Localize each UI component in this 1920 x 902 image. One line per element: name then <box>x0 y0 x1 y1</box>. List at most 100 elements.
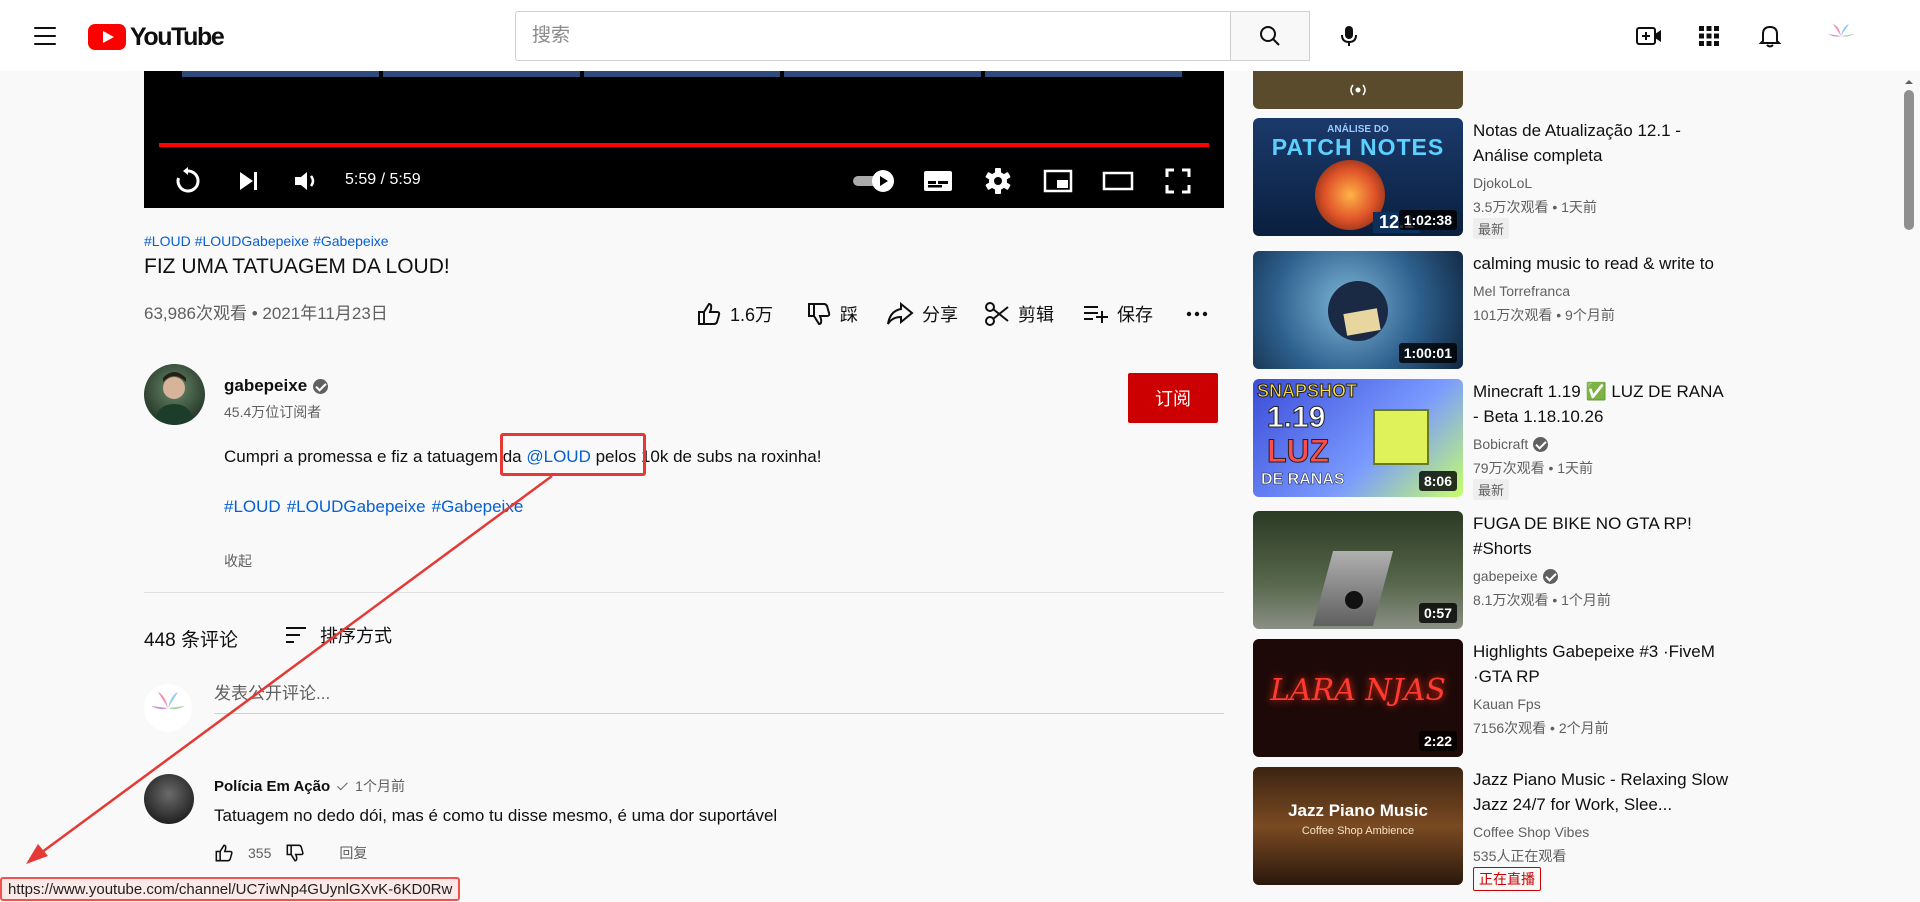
sidebar-video-item[interactable]: SNAPSHOT 1.19 LUZ DE RANAS 8:06 Minecraf… <box>1253 379 1733 500</box>
notifications-button[interactable] <box>1752 18 1788 54</box>
channel-name[interactable]: gabepeixe <box>1473 568 1558 584</box>
like-button[interactable]: 1.6万 <box>696 296 773 332</box>
autoplay-toggle[interactable] <box>849 161 899 201</box>
clip-button[interactable]: 剪辑 <box>984 296 1054 332</box>
video-duration: 2:22 <box>1418 731 1457 751</box>
hashtag-link[interactable]: #Gabepeixe <box>432 497 524 516</box>
account-avatar-icon <box>1828 24 1854 46</box>
youtube-logo[interactable]: YouTube <box>88 23 225 51</box>
more-horizontal-icon <box>1186 311 1208 317</box>
comment-actions: 355 回复 <box>214 843 367 863</box>
video-thumbnail[interactable]: ANÁLISE DO PATCH NOTES 12.1 1:02:38 <box>1253 118 1463 236</box>
channel-name[interactable]: Coffee Shop Vibes <box>1473 824 1589 840</box>
sidebar-video-item[interactable]: ANÁLISE DO PATCH NOTES 12.1 1:02:38 Nota… <box>1253 118 1733 239</box>
create-video-icon <box>1636 27 1661 45</box>
next-button[interactable] <box>228 161 268 201</box>
hashtag-link[interactable]: #LOUDGabepeixe <box>195 233 309 249</box>
subscribe-button[interactable]: 订阅 <box>1128 373 1218 423</box>
hashtag-link[interactable]: #LOUDGabepeixe <box>287 497 426 516</box>
replay-button[interactable] <box>168 161 208 201</box>
create-video-button[interactable] <box>1631 18 1667 54</box>
channel-name[interactable]: DjokoLoL <box>1473 175 1532 191</box>
video-thumbnail[interactable]: LARA NJAS 2:22 <box>1253 639 1463 757</box>
scroll-up-arrow[interactable] <box>1904 74 1914 84</box>
more-actions-button[interactable] <box>1184 296 1210 332</box>
video-player[interactable]: 5:59 / 5:59 <box>144 71 1224 208</box>
video-title[interactable]: calming music to read & write to <box>1473 251 1733 276</box>
sidebar-video-item[interactable]: Jazz Piano Music Coffee Shop Ambience Ja… <box>1253 767 1733 891</box>
comment-dislike-icon[interactable] <box>285 843 305 863</box>
video-title[interactable]: Minecraft 1.19 ✅ LUZ DE RANA - Beta 1.18… <box>1473 379 1733 429</box>
theater-mode-button[interactable] <box>1098 161 1138 201</box>
video-thumbnail[interactable]: 0:57 <box>1253 511 1463 629</box>
player-thumbnail-strip <box>182 71 1182 77</box>
thumbnail-road <box>1312 551 1394 626</box>
video-meta: 7156次观看 • 2个月前 <box>1473 720 1609 736</box>
sidebar-partial-thumbnail[interactable] <box>1253 71 1463 109</box>
menu-icon[interactable] <box>28 20 62 52</box>
video-title[interactable]: Highlights Gabepeixe #3 ·FiveM ·GTA RP <box>1473 639 1733 689</box>
comment-like-icon[interactable] <box>214 843 234 863</box>
search-icon <box>1260 26 1280 46</box>
share-button[interactable]: 分享 <box>886 296 958 332</box>
comment-timestamp: 1个月前 <box>355 778 405 794</box>
channel-name[interactable]: Bobicraft <box>1473 436 1549 452</box>
comment-author-avatar[interactable] <box>144 774 194 824</box>
skip-next-icon <box>240 172 257 190</box>
dislike-button[interactable]: 踩 <box>806 296 858 332</box>
thumbs-up-icon <box>698 302 721 325</box>
new-badge: 最新 <box>1473 218 1510 239</box>
thumbs-down-icon <box>808 303 831 326</box>
live-badge: 正在直播 <box>1473 867 1541 891</box>
settings-button[interactable] <box>978 161 1018 201</box>
video-thumbnail[interactable]: 1:00:01 <box>1253 251 1463 369</box>
channel-name[interactable]: Kauan Fps <box>1473 696 1541 712</box>
progress-bar[interactable] <box>159 143 1209 147</box>
video-duration: 0:57 <box>1418 603 1457 623</box>
video-title[interactable]: FUGA DE BIKE NO GTA RP! #Shorts <box>1473 511 1733 561</box>
comment-input-box[interactable] <box>214 684 1224 714</box>
thumbnail-text: Jazz Piano Music <box>1288 801 1428 820</box>
video-title[interactable]: Notas de Atualização 12.1 - Análise comp… <box>1473 118 1733 168</box>
live-broadcast-icon <box>1350 84 1366 96</box>
miniplayer-button[interactable] <box>1038 161 1078 201</box>
search-button[interactable] <box>1230 11 1310 61</box>
subtitles-icon <box>924 171 952 191</box>
video-thumbnail[interactable]: Jazz Piano Music Coffee Shop Ambience <box>1253 767 1463 885</box>
account-avatar[interactable] <box>1823 18 1859 54</box>
video-title[interactable]: Jazz Piano Music - Relaxing Slow Jazz 24… <box>1473 767 1733 817</box>
channel-avatar[interactable] <box>144 364 205 425</box>
sidebar-video-item[interactable]: 0:57 FUGA DE BIKE NO GTA RP! #Shorts gab… <box>1253 511 1733 629</box>
collapse-description-button[interactable]: 收起 <box>224 551 252 571</box>
sidebar-video-item[interactable]: 1:00:01 calming music to read & write to… <box>1253 251 1733 369</box>
video-thumbnail[interactable]: SNAPSHOT 1.19 LUZ DE RANAS 8:06 <box>1253 379 1463 497</box>
sidebar-video-item[interactable]: LARA NJAS 2:22 Highlights Gabepeixe #3 ·… <box>1253 639 1733 757</box>
channel-name[interactable]: gabepeixe <box>224 376 329 396</box>
hashtag-link[interactable]: #Gabepeixe <box>313 233 389 249</box>
scrollbar-thumb[interactable] <box>1904 90 1914 230</box>
time-display: 5:59 / 5:59 <box>345 171 421 188</box>
channel-name[interactable]: Mel Torrefranca <box>1473 283 1570 299</box>
comment-reply-button[interactable]: 回复 <box>339 843 367 863</box>
volume-button[interactable] <box>287 161 327 201</box>
video-meta: 63,986次观看 • 2021年11月23日 <box>144 304 388 323</box>
verified-badge-icon <box>313 378 329 394</box>
fullscreen-button[interactable] <box>1158 161 1198 201</box>
new-badge: 最新 <box>1473 479 1510 500</box>
search-box[interactable] <box>515 11 1231 61</box>
thumbnail-text: PATCH NOTES <box>1271 134 1445 160</box>
thumbnail-subtitle-2: DE RANAS <box>1261 471 1345 489</box>
comment-input[interactable] <box>214 684 1224 704</box>
search-input[interactable] <box>532 25 1214 47</box>
verified-badge-icon <box>1542 568 1558 584</box>
save-button[interactable]: 保存 <box>1083 296 1153 332</box>
share-icon <box>887 301 914 325</box>
comment-author[interactable]: Polícia Em Ação 1个月前 <box>214 776 405 796</box>
apps-button[interactable] <box>1691 18 1727 54</box>
sort-comments-button[interactable]: 排序方式 <box>284 622 392 648</box>
subtitles-button[interactable] <box>918 161 958 201</box>
hashtag-link[interactable]: #LOUD <box>144 233 191 249</box>
voice-search-button[interactable] <box>1324 11 1374 61</box>
hashtag-link[interactable]: #LOUD <box>224 497 281 516</box>
video-duration: 8:06 <box>1418 471 1457 491</box>
